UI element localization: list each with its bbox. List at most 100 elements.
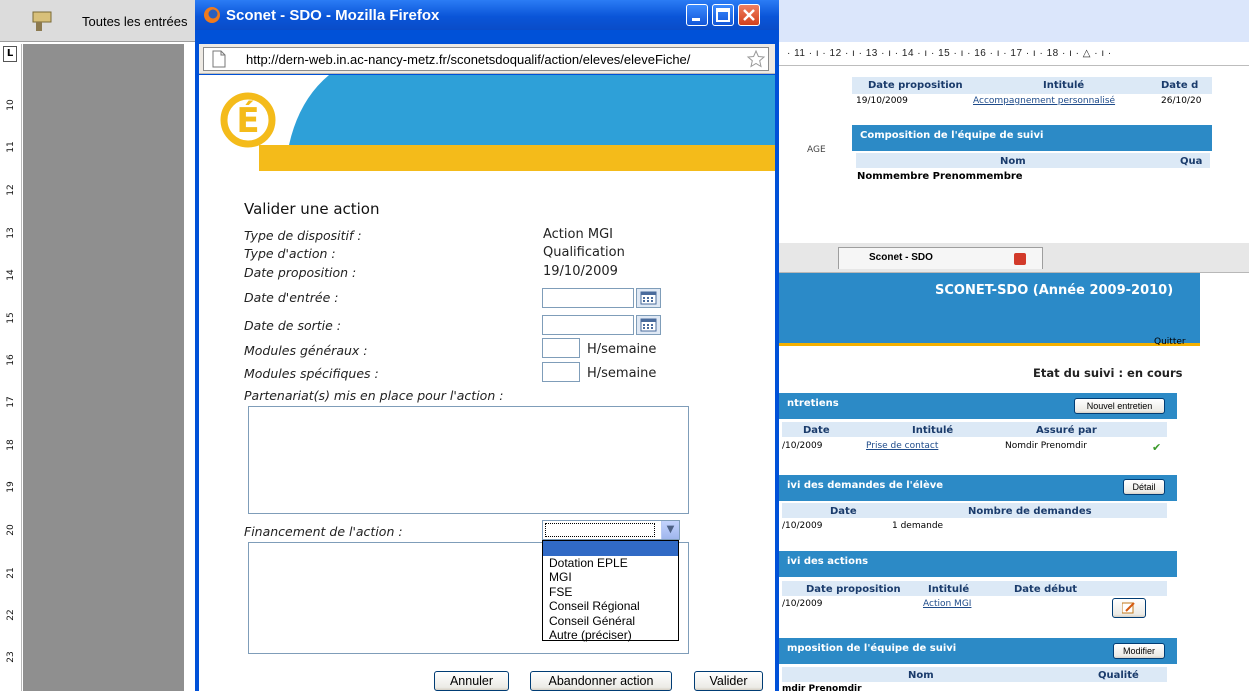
horizontal-ruler[interactable]: · 11 · ı · 12 · ı · 13 · ı · 14 · ı · 15… xyxy=(779,44,1249,66)
financement-label: Financement de l'action : xyxy=(244,524,403,539)
ruler-number: 17 xyxy=(6,396,16,408)
ruler-number: 19 xyxy=(6,481,16,493)
firefox-icon xyxy=(203,6,221,27)
table-cell: 19/10/2009 xyxy=(856,96,908,106)
financement-dropdown[interactable]: Dotation EPLE MGI FSE Conseil Régional C… xyxy=(542,540,679,643)
type-dispositif-value: Action MGI xyxy=(543,227,613,242)
ruler-number: 21 xyxy=(6,567,16,579)
maximize-icon[interactable] xyxy=(712,4,734,26)
dropdown-option[interactable]: FSE xyxy=(543,585,678,600)
detail-button[interactable]: Détail xyxy=(1123,479,1165,495)
abandon-action-button[interactable]: Abandonner action xyxy=(530,671,672,691)
date-proposition-value: 19/10/2009 xyxy=(543,264,618,279)
close-window-icon[interactable] xyxy=(738,4,760,26)
toolbar-right-strip xyxy=(779,0,1249,42)
date-sortie-label: Date de sortie : xyxy=(244,318,341,333)
ruler-number: 12 xyxy=(6,184,16,196)
dropdown-option[interactable]: Autre (préciser) xyxy=(543,628,678,643)
panel-title: ivi des actions xyxy=(779,551,1177,577)
table-link[interactable]: Action MGI xyxy=(923,599,971,609)
column-header: Qualité xyxy=(1098,670,1139,681)
banner-line xyxy=(779,343,1200,346)
page-icon xyxy=(212,50,226,71)
column-header: Date début xyxy=(1014,584,1078,595)
modules-generaux-input[interactable] xyxy=(542,338,580,358)
vertical-ruler[interactable]: L 10 11 12 13 14 15 16 17 18 19 20 21 22… xyxy=(0,44,22,691)
ruler-number: 10 xyxy=(6,99,16,111)
table-link[interactable]: Prise de contact xyxy=(866,441,938,451)
document-margin xyxy=(23,44,198,691)
close-icon[interactable] xyxy=(1014,253,1026,265)
ruler-number: 14 xyxy=(6,269,16,281)
modules-specifiques-input[interactable] xyxy=(542,362,580,382)
ruler-number: 16 xyxy=(6,354,16,366)
column-header: Date xyxy=(803,425,830,436)
ruler-number: 11 xyxy=(6,141,16,153)
date-entree-input[interactable] xyxy=(542,288,634,308)
dropdown-option[interactable]: Dotation EPLE xyxy=(543,556,678,571)
ruler-number: 13 xyxy=(6,227,16,239)
toolbar-entries-button[interactable]: Toutes les entrées xyxy=(82,14,188,29)
calendar-icon[interactable] xyxy=(636,315,661,335)
paint-icon[interactable] xyxy=(25,4,61,34)
table-cell: Nomdir Prenomdir xyxy=(1005,441,1087,451)
dropdown-option[interactable] xyxy=(543,541,678,556)
address-bar[interactable]: http://dern-web.in.ac-nancy-metz.fr/scon… xyxy=(203,47,769,71)
edit-icon[interactable] xyxy=(1112,598,1146,618)
cancel-button[interactable]: Annuler xyxy=(434,671,509,691)
validate-button[interactable]: Valider xyxy=(694,671,763,691)
column-header: Nombre de demandes xyxy=(968,506,1092,517)
dropdown-option[interactable]: Conseil Général xyxy=(543,614,678,629)
bookmark-star-icon[interactable] xyxy=(746,49,766,72)
ruler-number: 18 xyxy=(6,439,16,451)
table-cell: Nommembre Prenommembre xyxy=(857,171,1023,180)
modules-generaux-label: Modules généraux : xyxy=(244,343,368,358)
new-interview-button[interactable]: Nouvel entretien xyxy=(1074,398,1165,414)
column-header: Nom xyxy=(1000,156,1026,167)
browser-tab[interactable]: Sconet - SDO xyxy=(838,247,1043,269)
date-proposition-label: Date proposition : xyxy=(244,265,357,280)
unit-label: H/semaine xyxy=(587,342,657,357)
window-title: Sconet - SDO - Mozilla Firefox xyxy=(226,7,440,24)
type-action-label: Type d'action : xyxy=(244,246,336,261)
select-focus xyxy=(545,523,655,537)
financement-select[interactable]: ▼ xyxy=(542,520,680,540)
ruler-number: 15 xyxy=(6,312,16,324)
tab-selector[interactable]: L xyxy=(3,46,17,62)
app-title: SCONET-SDO (Année 2009-2010) xyxy=(935,283,1174,298)
column-header: Date proposition xyxy=(868,80,963,91)
modules-specifiques-label: Modules spécifiques : xyxy=(244,366,379,381)
table-header xyxy=(782,422,1167,437)
panel-title: Composition de l'équipe de suivi xyxy=(852,125,1212,151)
column-header: Qua xyxy=(1180,156,1203,167)
unit-label: H/semaine xyxy=(587,366,657,381)
column-header: Assuré par xyxy=(1036,425,1097,436)
partenariat-textarea[interactable] xyxy=(248,406,689,514)
ruler-number: 23 xyxy=(6,651,16,663)
table-cell: mdir Prenomdir xyxy=(782,684,862,691)
dropdown-option[interactable]: Conseil Régional xyxy=(543,599,678,614)
table-link[interactable]: Accompagnement personnalisé xyxy=(973,96,1115,106)
column-header: Nom xyxy=(908,670,934,681)
status-text: Etat du suivi : en cours xyxy=(1033,366,1183,380)
education-logo: É xyxy=(220,92,276,151)
date-entree-label: Date d'entrée : xyxy=(244,290,339,305)
minimize-icon[interactable] xyxy=(686,4,708,26)
calendar-icon[interactable] xyxy=(636,288,661,308)
type-dispositif-label: Type de dispositif : xyxy=(244,228,362,243)
column-header: Date xyxy=(830,506,857,517)
side-label: AGE xyxy=(807,145,826,155)
svg-text:É: É xyxy=(236,100,259,141)
chevron-down-icon[interactable]: ▼ xyxy=(661,521,679,539)
table-cell: 1 demande xyxy=(892,521,944,531)
partenariat-label: Partenariat(s) mis en place pour l'actio… xyxy=(244,388,504,403)
date-sortie-input[interactable] xyxy=(542,315,634,335)
column-header: Intitulé xyxy=(928,584,970,595)
table-cell: /10/2009 xyxy=(782,599,823,609)
ruler-number: 22 xyxy=(6,609,16,621)
quit-link[interactable]: Quitter xyxy=(1154,337,1186,347)
column-header: Intitulé xyxy=(912,425,954,436)
dropdown-option[interactable]: MGI xyxy=(543,570,678,585)
type-action-value: Qualification xyxy=(543,245,625,260)
modify-button[interactable]: Modifier xyxy=(1113,643,1165,659)
